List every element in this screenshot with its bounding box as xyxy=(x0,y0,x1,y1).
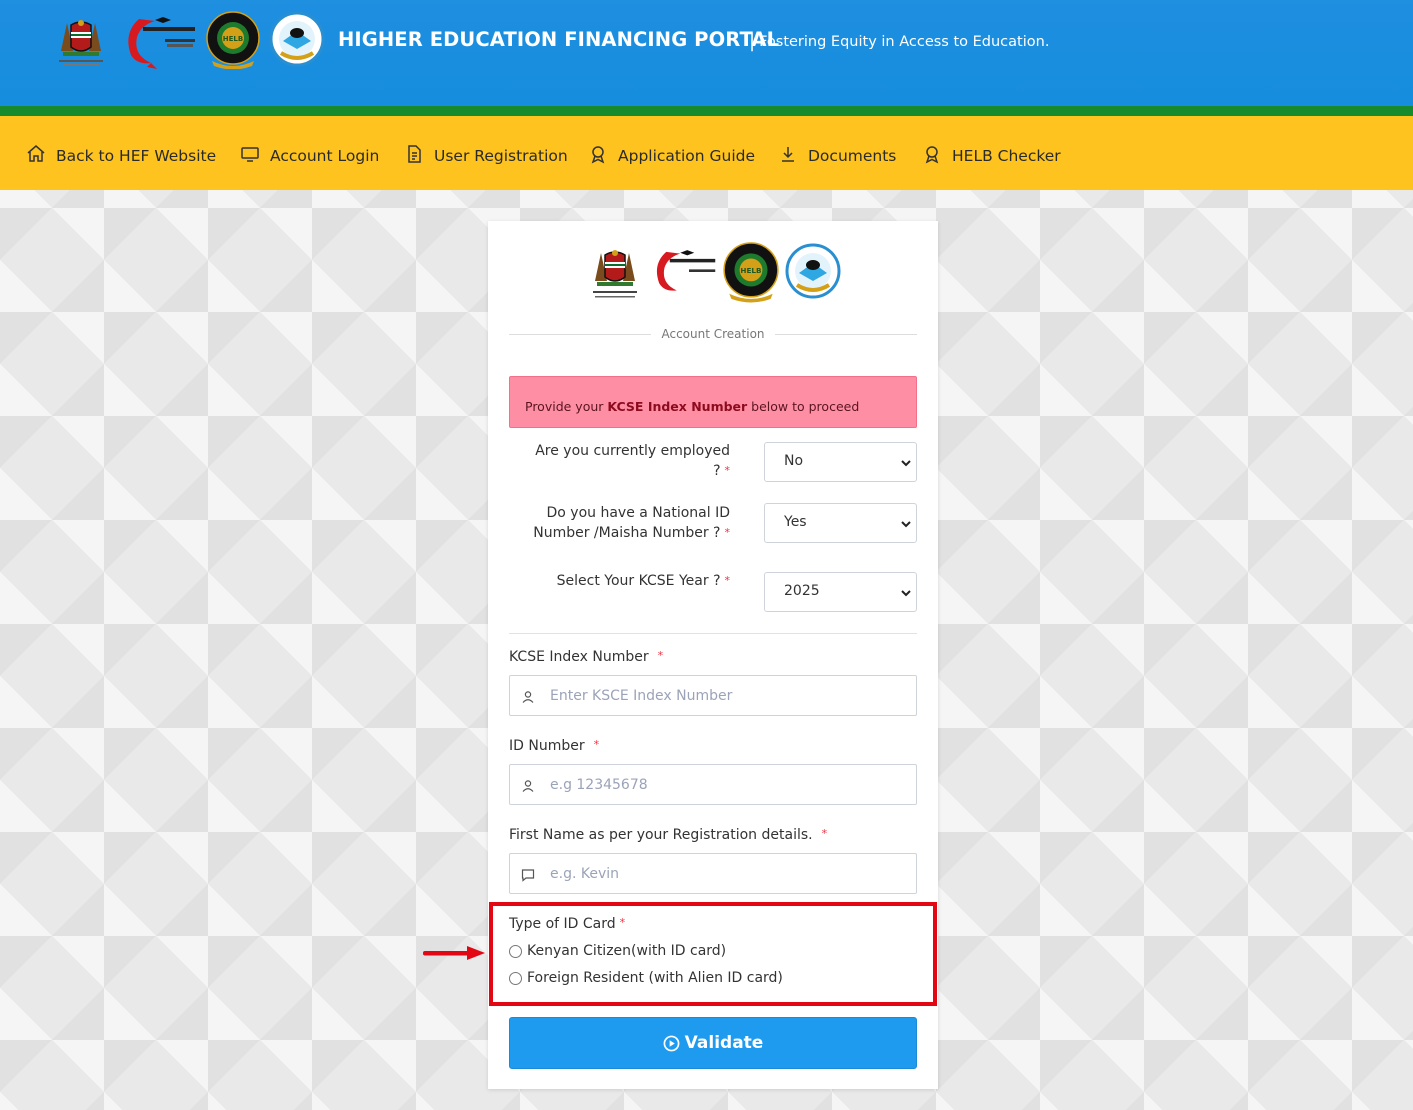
card-logos: HELB xyxy=(587,241,841,303)
nav-documents[interactable]: Documents xyxy=(778,144,896,168)
green-stripe xyxy=(0,106,1413,116)
section-divider: Account Creation xyxy=(509,327,918,341)
kcse-index-field[interactable] xyxy=(509,675,917,716)
radio-button[interactable] xyxy=(509,971,522,985)
alert-suffix: below to proceed xyxy=(747,399,860,414)
helb-logo: HELB xyxy=(723,242,779,303)
chevron-down-icon xyxy=(901,460,911,467)
required-mark: * xyxy=(724,574,731,587)
svg-text:HELB: HELB xyxy=(223,35,243,43)
first-name-label-text: First Name as per your Registration deta… xyxy=(509,827,813,843)
nav-label: Application Guide xyxy=(618,147,756,165)
account-creation-card: HELB Account Creation Provide your KCSE … xyxy=(488,221,938,1089)
portal-tagline: | Fostering Equity in Access to Education… xyxy=(749,31,1050,52)
kcse-index-label-text: KCSE Index Number xyxy=(509,649,649,665)
kcse-year-label: Select Your KCSE Year ? * xyxy=(528,571,730,591)
id-type-label-text: Type of ID Card xyxy=(509,916,616,932)
validate-label: Validate xyxy=(684,1033,764,1053)
kenya-coat-of-arms-logo xyxy=(52,10,110,70)
id-type-option-foreign[interactable]: Foreign Resident (with Alien ID card) xyxy=(509,970,783,986)
employed-label: Are you currently employed ? * xyxy=(528,441,730,481)
national-id-label-text: Do you have a National ID Number /Maisha… xyxy=(533,505,730,541)
nav-back-to-hef-website[interactable]: Back to HEF Website xyxy=(26,144,216,168)
national-id-value: Yes xyxy=(784,514,807,530)
first-name-input[interactable] xyxy=(550,862,900,886)
user-icon xyxy=(522,780,534,792)
universities-fund-logo xyxy=(785,243,841,299)
radio-label: Kenyan Citizen(with ID card) xyxy=(527,943,727,959)
required-mark: * xyxy=(593,738,600,751)
portal-title: HIGHER EDUCATION FINANCING PORTAL xyxy=(338,28,780,51)
national-id-select[interactable]: Yes xyxy=(764,503,917,543)
download-icon xyxy=(778,144,798,168)
tagline-text: Fostering Equity in Access to Education. xyxy=(759,34,1050,50)
section-title: Account Creation xyxy=(661,327,765,341)
validate-button[interactable]: Validate xyxy=(509,1017,917,1069)
kcse-index-input[interactable] xyxy=(550,684,900,708)
alert-bold: KCSE Index Number xyxy=(607,399,748,414)
kcse-year-label-text: Select Your KCSE Year ? xyxy=(556,573,721,589)
employed-label-text: Are you currently employed ? xyxy=(535,443,730,479)
user-icon xyxy=(522,691,534,703)
nav-account-login[interactable]: Account Login xyxy=(240,144,379,168)
nav-label: Back to HEF Website xyxy=(56,147,217,165)
divider-line xyxy=(509,333,652,335)
home-icon xyxy=(26,144,46,168)
chevron-down-icon xyxy=(901,521,911,528)
site-header: HELB HIGHER EDUCATION FINANCING PORTAL |… xyxy=(0,0,1413,108)
nav-label: User Registration xyxy=(434,147,568,165)
ministry-of-education-logo xyxy=(116,10,198,70)
award-icon xyxy=(922,144,942,168)
nav-label: HELB Checker xyxy=(952,147,1061,165)
employed-value: No xyxy=(784,453,804,469)
id-number-field[interactable] xyxy=(509,764,917,805)
kcse-index-label: KCSE Index Number * xyxy=(509,649,663,665)
alert-prefix: Provide your xyxy=(525,399,608,414)
svg-text:HELB: HELB xyxy=(740,266,761,275)
required-mark: * xyxy=(821,827,828,840)
red-arrow-icon xyxy=(423,946,485,960)
id-number-label-text: ID Number xyxy=(509,738,585,754)
nav-helb-checker[interactable]: HELB Checker xyxy=(922,144,1061,168)
radio-label: Foreign Resident (with Alien ID card) xyxy=(527,970,783,986)
main-navbar: Back to HEF Website Account Login User R… xyxy=(0,116,1413,190)
form-divider xyxy=(509,633,917,634)
nav-application-guide[interactable]: Application Guide xyxy=(588,144,755,168)
award-icon xyxy=(588,144,608,168)
id-type-option-kenyan[interactable]: Kenyan Citizen(with ID card) xyxy=(509,943,726,959)
id-number-input[interactable] xyxy=(550,773,900,797)
kcse-alert: Provide your KCSE Index Number below to … xyxy=(509,376,917,428)
chevron-down-icon xyxy=(901,590,911,597)
first-name-label: First Name as per your Registration deta… xyxy=(509,827,827,843)
divider-line xyxy=(774,333,918,335)
helb-logo: HELB xyxy=(204,10,262,70)
radio-button[interactable] xyxy=(509,944,522,958)
nav-label: Account Login xyxy=(270,147,380,165)
id-type-label: Type of ID Card * xyxy=(509,916,625,932)
message-icon xyxy=(521,869,535,882)
nav-user-registration[interactable]: User Registration xyxy=(404,144,568,168)
nav-label: Documents xyxy=(808,147,897,165)
kcse-year-value: 2025 xyxy=(784,583,820,599)
required-mark: * xyxy=(724,464,731,477)
employed-select[interactable]: No xyxy=(764,442,917,482)
document-icon xyxy=(404,144,424,168)
first-name-field[interactable] xyxy=(509,853,917,894)
kenya-coat-of-arms-logo xyxy=(593,250,637,298)
monitor-icon xyxy=(240,144,260,168)
kcse-year-select[interactable]: 2025 xyxy=(764,572,917,612)
id-number-label: ID Number * xyxy=(509,738,599,754)
required-mark: * xyxy=(724,526,731,539)
universities-fund-logo xyxy=(268,10,326,70)
header-logos: HELB xyxy=(52,10,326,70)
ministry-of-education-logo xyxy=(656,250,716,291)
national-id-label: Do you have a National ID Number /Maisha… xyxy=(528,503,730,543)
play-circle-icon xyxy=(663,1035,680,1051)
required-mark: * xyxy=(657,649,664,662)
required-mark: * xyxy=(619,916,626,929)
